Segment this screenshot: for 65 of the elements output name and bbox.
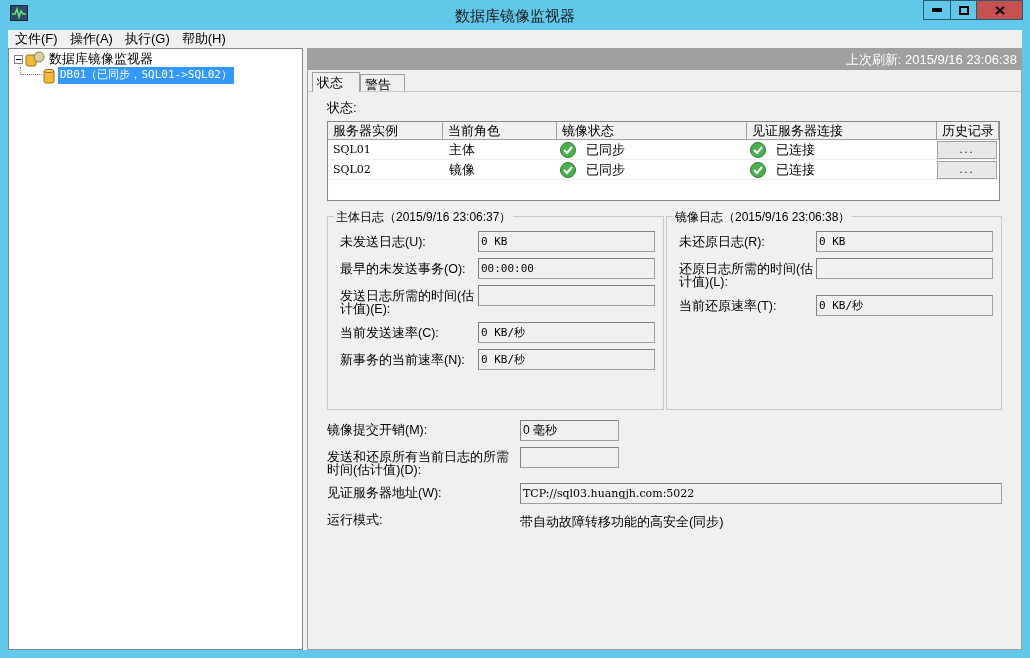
window-title: 数据库镜像监视器 bbox=[454, 6, 576, 26]
menu-item[interactable]: 执行(G) bbox=[124, 29, 170, 49]
check-icon bbox=[560, 141, 576, 158]
maximize-button[interactable] bbox=[951, 0, 977, 20]
group-title: 主体日志（2015/9/16 23:06:37） bbox=[334, 208, 514, 226]
field-label: 运行模式: bbox=[327, 512, 384, 529]
column-header[interactable]: 镜像状态 bbox=[557, 122, 747, 140]
group-title: 镜像日志（2015/9/16 23:06:38） bbox=[673, 208, 853, 226]
table-cell-text: 已连接 bbox=[776, 140, 815, 159]
field-label: 还原日志所需的时间(估计值)(L): bbox=[679, 261, 815, 289]
table-cell-text: SQL02 bbox=[332, 162, 372, 178]
field-label: 新事务的当前速率(N): bbox=[340, 352, 466, 369]
last-refresh-text: 上次刷新: 2015/9/16 23:06:38 bbox=[845, 50, 1017, 69]
database-monitor-icon bbox=[25, 51, 45, 67]
value-field[interactable]: 00:00:00 bbox=[478, 258, 655, 279]
minimize-button[interactable] bbox=[923, 0, 951, 20]
column-header[interactable]: 历史记录 bbox=[937, 122, 999, 140]
field-label: 发送日志所需的时间(估计值)(E): bbox=[340, 288, 476, 316]
field-label: 未发送日志(U): bbox=[340, 234, 427, 251]
table-cell-text: SQL01 bbox=[332, 142, 372, 158]
value-field[interactable]: 0 KB bbox=[816, 231, 993, 252]
value-field[interactable]: 0 KB/秒 bbox=[478, 349, 655, 370]
table-cell-text: 主体 bbox=[448, 141, 476, 159]
tab[interactable]: 警告 bbox=[360, 74, 405, 91]
value-field[interactable] bbox=[816, 258, 993, 279]
table-cell-text: 已连接 bbox=[776, 160, 815, 179]
check-icon bbox=[560, 161, 576, 178]
close-icon bbox=[994, 5, 1005, 15]
database-icon bbox=[42, 67, 56, 84]
tab[interactable]: 状态 bbox=[312, 72, 360, 92]
field-label: 发送和还原所有当前日志的所需时间(估计值)(D): bbox=[327, 449, 510, 477]
value-field[interactable]: TCP://sql03.huangjh.com:5022 bbox=[520, 483, 1002, 504]
app-icon bbox=[10, 5, 28, 21]
history-button[interactable]: ... bbox=[937, 140, 997, 159]
column-header[interactable]: 见证服务器连接 bbox=[747, 122, 937, 140]
column-header[interactable]: 当前角色 bbox=[443, 122, 557, 140]
field-label: 最早的未发送事务(O): bbox=[340, 261, 467, 278]
mode-text: 带自动故障转移功能的高安全(同步) bbox=[520, 513, 724, 531]
field-label: 见证服务器地址(W): bbox=[327, 485, 443, 502]
field-label: 未还原日志(R): bbox=[679, 234, 766, 251]
table-cell-text: 已同步 bbox=[586, 160, 625, 179]
field-label: 当前还原速率(T): bbox=[679, 298, 778, 315]
column-header[interactable]: 服务器实例 bbox=[328, 122, 443, 140]
tree-item[interactable]: 数据库镜像监视器 bbox=[48, 49, 154, 69]
value-field[interactable]: 0 KB bbox=[478, 231, 655, 252]
check-icon bbox=[750, 161, 766, 178]
maximize-icon bbox=[958, 5, 969, 15]
value-field[interactable]: 0 KB/秒 bbox=[816, 295, 993, 316]
table-cell-text: 镜像 bbox=[448, 161, 476, 179]
value-field[interactable] bbox=[520, 447, 619, 468]
expander-icon[interactable] bbox=[14, 54, 23, 64]
menu-item[interactable]: 帮助(H) bbox=[181, 29, 226, 49]
check-icon bbox=[750, 141, 766, 158]
value-field[interactable]: 0 KB/秒 bbox=[478, 322, 655, 343]
menu-item[interactable]: 文件(F) bbox=[15, 29, 58, 49]
history-button[interactable]: ... bbox=[937, 160, 997, 179]
menu-item[interactable]: 操作(A) bbox=[69, 29, 113, 49]
value-field[interactable] bbox=[478, 285, 655, 306]
field-label: 当前发送速率(C): bbox=[340, 325, 440, 342]
status-label: 状态: bbox=[327, 99, 358, 117]
value-field[interactable]: 0 毫秒 bbox=[520, 420, 619, 441]
field-label: 镜像提交开销(M): bbox=[327, 422, 429, 439]
close-button[interactable] bbox=[977, 0, 1023, 20]
minimize-icon bbox=[932, 8, 942, 12]
table-cell-text: 已同步 bbox=[586, 140, 625, 159]
